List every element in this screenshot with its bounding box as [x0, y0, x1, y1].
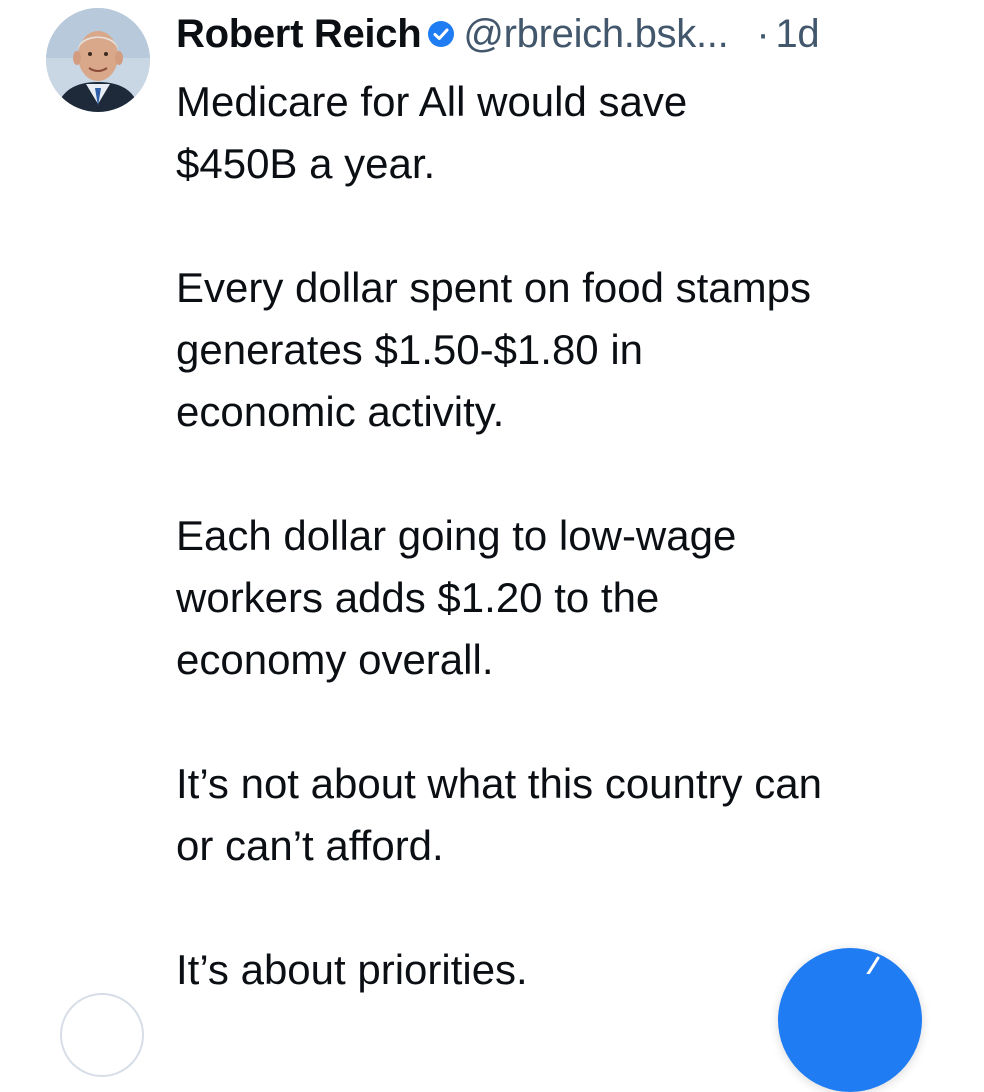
verified-badge-icon [427, 20, 455, 48]
header-separator: · [756, 11, 770, 56]
post-text: Medicare for All would save $450B a year… [176, 71, 966, 1063]
post-header: Robert Reich @rbreich.bsk... · 1d [176, 6, 820, 62]
post-timestamp[interactable]: 1d [775, 12, 819, 57]
compose-button[interactable] [778, 948, 922, 1092]
next-post-avatar[interactable] [60, 993, 144, 1077]
post-paragraph: Each dollar going to low-wage workers ad… [176, 512, 737, 683]
author-avatar[interactable] [46, 8, 150, 112]
avatar-photo [46, 8, 150, 112]
author-name[interactable]: Robert Reich [176, 12, 422, 57]
post-paragraph: Medicare for All would save $450B a year… [176, 78, 688, 187]
post[interactable]: Robert Reich @rbreich.bsk... · 1d Medica… [0, 0, 984, 1092]
compose-icon [866, 956, 880, 974]
post-paragraph: It’s not about what this country can or … [176, 760, 822, 869]
author-handle[interactable]: @rbreich.bsk... [463, 12, 728, 57]
post-paragraph: Every dollar spent on food stamps genera… [176, 264, 812, 435]
